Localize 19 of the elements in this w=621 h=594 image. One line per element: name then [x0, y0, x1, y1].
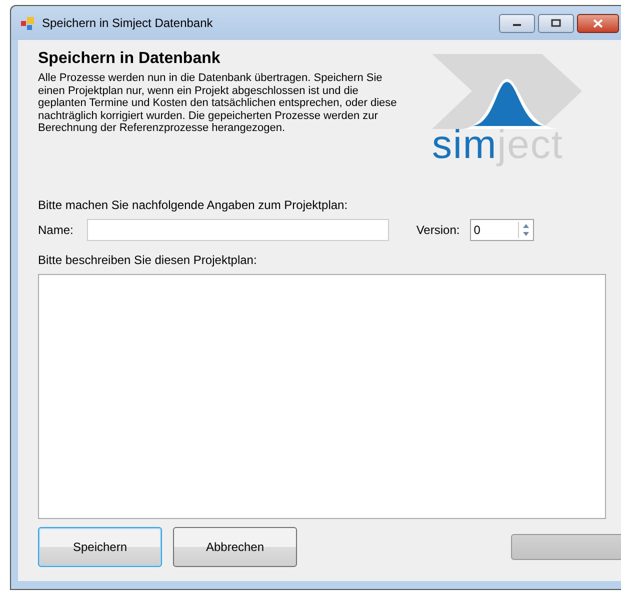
dialog-button[interactable]: Speichern	[38, 527, 162, 567]
dialog-button[interactable]: Abbrechen	[173, 527, 297, 567]
close-icon	[593, 18, 603, 28]
close-button[interactable]	[577, 14, 619, 32]
app-icon	[20, 15, 36, 31]
form-prompt: Bitte machen Sie nachfolgende Angaben zum Projektplan:	[38, 198, 349, 212]
dialog-heading: Speichern in Datenbank	[38, 50, 222, 68]
description-field[interactable]	[38, 274, 606, 519]
description-label: Bitte beschreiben Sie diesen Projektplan:	[38, 253, 258, 267]
name-label: Name:	[38, 223, 74, 237]
name-field[interactable]	[87, 219, 390, 241]
minimize-button[interactable]	[499, 14, 535, 32]
maximize-icon	[551, 19, 561, 27]
maximize-button[interactable]	[538, 14, 574, 32]
intro-text: Alle Prozesse werden nun in die Datenbank übertragen. Speichern Sie einen Projektplan nur, wenn ein Projekt abgeschlossen ist und die geplanten Termine und Kosten den tatsächlichen entsprechen, oder diese nachträglich korrigiert wurden. Die gepeicherten Prozesse werden zur Berechnung der Referenzprozesse herangezogen.	[38, 72, 398, 134]
logo-icon	[432, 54, 582, 129]
version-label: Version:	[416, 223, 460, 237]
version-spinner[interactable]: 0	[470, 219, 534, 241]
window-title: Speichern in Simject Datenbank	[42, 16, 213, 30]
